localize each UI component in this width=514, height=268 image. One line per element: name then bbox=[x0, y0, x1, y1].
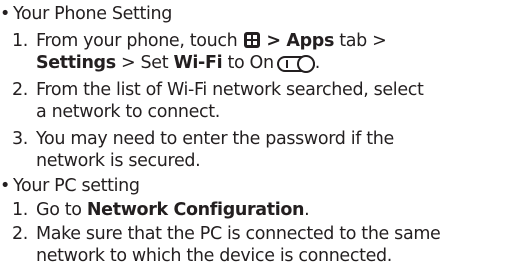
phone-step-3-line-1: 3. You may need to enter the password if … bbox=[12, 128, 394, 150]
section-pc-setting: • Your PC setting bbox=[0, 175, 140, 197]
step-text: tab > bbox=[334, 31, 387, 51]
step-text: You may need to enter the password if th… bbox=[36, 129, 394, 149]
step-text: a network to connect. bbox=[36, 102, 221, 122]
step-number: 2. bbox=[12, 80, 28, 100]
pc-step-2-line-2: network to which the device is connected… bbox=[36, 245, 392, 267]
phone-step-2-line-1: 2. From the list of Wi-Fi network searche… bbox=[12, 79, 424, 101]
step-text: From the list of Wi-Fi network searched,… bbox=[36, 80, 424, 100]
network-configuration-label: Network Configuration bbox=[86, 200, 305, 220]
section-title: Your Phone Setting bbox=[13, 4, 173, 24]
step-text: network is secured. bbox=[36, 151, 201, 171]
step-number: 1. bbox=[12, 200, 28, 220]
phone-step-3-line-2: network is secured. bbox=[36, 150, 201, 172]
step-text: network to which the device is connected… bbox=[36, 246, 393, 266]
step-text: . bbox=[304, 200, 310, 220]
step-text: From your phone, touch bbox=[36, 31, 238, 51]
phone-step-2-line-2: a network to connect. bbox=[36, 101, 220, 123]
step-text: > Set bbox=[115, 53, 174, 73]
step-text: Make sure that the PC is connected to th… bbox=[36, 224, 441, 244]
step-text: Go to bbox=[36, 200, 87, 220]
step-number: 1. bbox=[12, 31, 28, 51]
step-number: 3. bbox=[12, 129, 28, 149]
wifi-label: Wi-Fi bbox=[173, 53, 223, 73]
step-text: to On bbox=[222, 53, 274, 73]
pc-step-2-line-1: 2. Make sure that the PC is connected to … bbox=[12, 223, 441, 245]
apps-grid-icon bbox=[243, 32, 260, 48]
bullet: • bbox=[0, 4, 10, 24]
step-text: . bbox=[314, 53, 321, 73]
phone-step-1-line-2: Settings > Set Wi-Fi to On. bbox=[36, 52, 320, 74]
phone-step-1-line-1: 1. From your phone, touch > Apps tab > bbox=[12, 30, 387, 52]
instructions-document: • Your Phone Setting 1. From your phone, t… bbox=[0, 0, 514, 268]
apps-tab-label: > Apps bbox=[260, 31, 335, 51]
section-title: Your PC setting bbox=[13, 176, 140, 196]
section-phone-setting: • Your Phone Setting bbox=[0, 3, 172, 25]
toggle-switch-on-icon bbox=[276, 55, 315, 73]
step-number: 2. bbox=[12, 224, 28, 244]
pc-step-1: 1. Go to Network Configuration. bbox=[12, 199, 310, 221]
bullet: • bbox=[0, 176, 10, 196]
settings-label: Settings bbox=[36, 53, 116, 73]
